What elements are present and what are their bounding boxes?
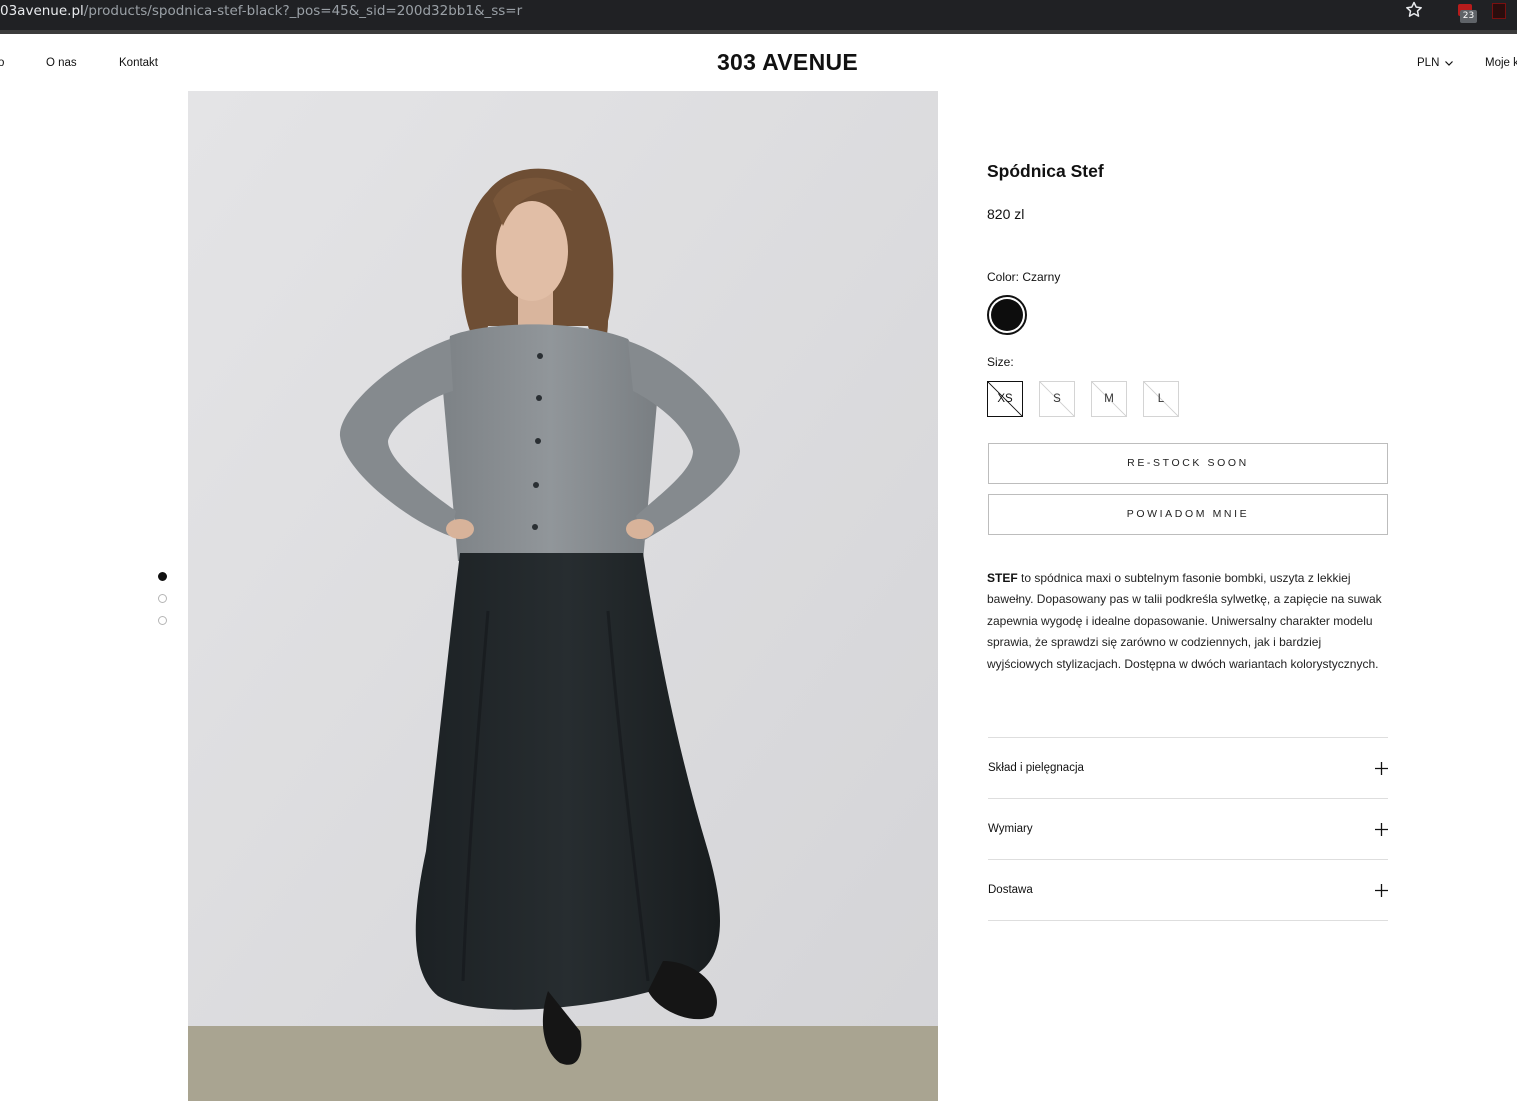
accordion-label: Dostawa [988, 884, 1033, 896]
gallery-dot-2[interactable] [158, 594, 167, 603]
url-field[interactable]: 03avenue.pl/products/spodnica-stef-black… [0, 1, 522, 21]
nav-link-partial[interactable]: o [0, 56, 4, 70]
size-option-l[interactable]: L [1143, 381, 1179, 417]
extension-badge: 23 [1460, 10, 1477, 23]
site-logo[interactable]: 303 AVENUE [700, 48, 875, 76]
nav-link-contact[interactable]: Kontakt [119, 56, 158, 70]
accordion-composition-care[interactable]: Skład i pielęgnacja [988, 738, 1388, 799]
accordion-delivery[interactable]: Dostawa [988, 860, 1388, 921]
product-description: STEF to spódnica maxi o subtelnym fasoni… [987, 568, 1387, 675]
size-option-s[interactable]: S [1039, 381, 1075, 417]
size-option-xs[interactable]: XS [987, 381, 1023, 417]
color-swatch-black[interactable] [987, 295, 1027, 335]
size-option-label: M [1104, 393, 1114, 405]
currency-selector[interactable]: PLN [1417, 56, 1454, 70]
product-title: Spódnica Stef [987, 161, 1104, 181]
currency-label: PLN [1417, 57, 1440, 69]
plus-icon [1375, 823, 1388, 836]
gallery-dots [158, 572, 168, 638]
size-option-label: XS [997, 393, 1013, 405]
chevron-down-icon [1445, 61, 1454, 66]
account-link[interactable]: Moje k [1485, 56, 1517, 70]
product-price: 820 zl [987, 206, 1025, 222]
url-host: 03avenue.pl [0, 3, 84, 19]
accordion-dimensions[interactable]: Wymiary [988, 799, 1388, 860]
plus-icon [1375, 884, 1388, 897]
color-label: Color: Czarny [987, 270, 1061, 284]
gallery-dot-1[interactable] [158, 572, 167, 581]
size-label: Size: [987, 355, 1014, 369]
site-header: o O nas Kontakt 303 AVENUE PLN Moje k [0, 38, 1517, 88]
size-option-m[interactable]: M [1091, 381, 1127, 417]
notify-me-button[interactable]: POWIADOM MNIE [988, 494, 1388, 535]
plus-icon [1375, 762, 1388, 775]
browser-address-bar: 03avenue.pl/products/spodnica-stef-black… [0, 0, 1517, 34]
product-accordion: Skład i pielęgnacja Wymiary Dostawa [988, 737, 1388, 921]
description-text: to spódnica maxi o subtelnym fasonie bom… [987, 571, 1382, 671]
bookmark-star-icon[interactable] [1404, 0, 1424, 20]
extension-icon-secondary[interactable] [1492, 3, 1506, 19]
size-option-label: S [1053, 393, 1061, 405]
description-brand: STEF [987, 571, 1018, 585]
product-image[interactable] [188, 91, 938, 1101]
size-options: XS S M L [987, 381, 1179, 417]
restock-button[interactable]: RE-STOCK SOON [988, 443, 1388, 484]
size-option-label: L [1157, 393, 1165, 405]
gallery-dot-3[interactable] [158, 616, 167, 625]
product-photo-illustration [188, 91, 938, 1101]
nav-link-about[interactable]: O nas [46, 56, 77, 70]
url-path: /products/spodnica-stef-black?_pos=45&_s… [83, 3, 523, 19]
accordion-label: Skład i pielęgnacja [988, 762, 1084, 774]
swatch-fill [991, 299, 1023, 331]
accordion-label: Wymiary [988, 823, 1033, 835]
